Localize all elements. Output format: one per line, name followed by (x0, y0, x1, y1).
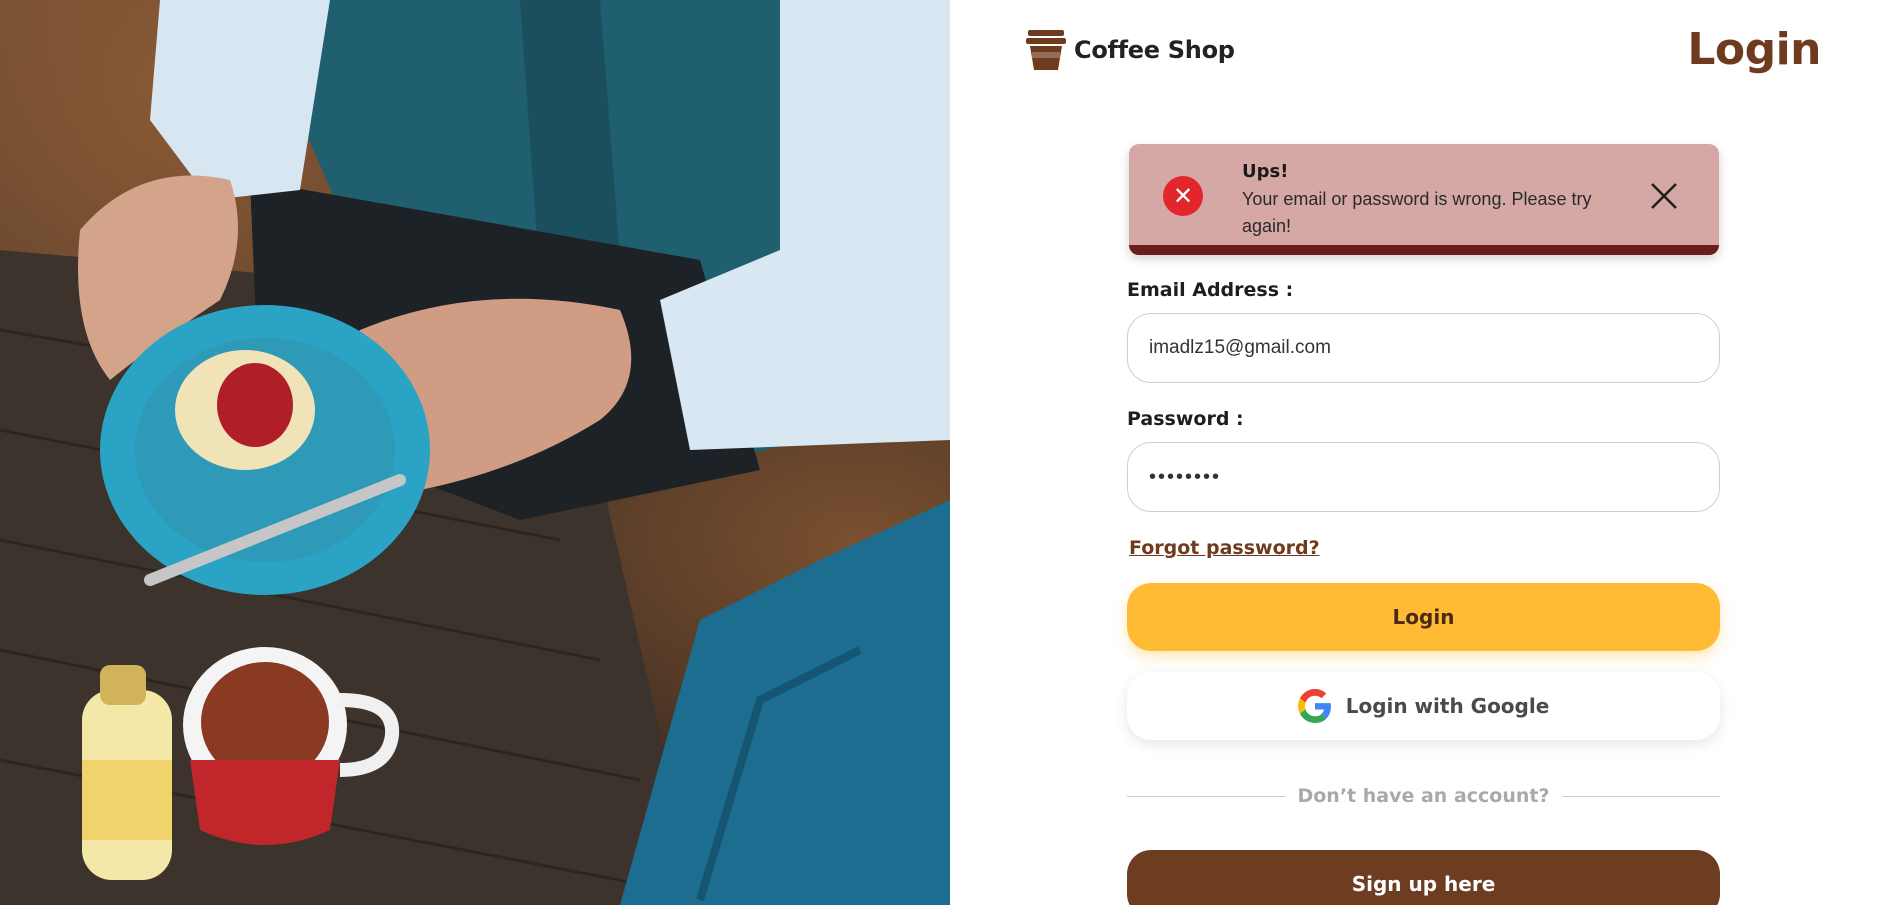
coffee-cup-icon (1026, 30, 1066, 70)
brand-logo[interactable]: Coffee Shop (1026, 28, 1235, 72)
hero-photo-illustration (0, 0, 950, 905)
login-button[interactable]: Login (1127, 583, 1720, 651)
hero-photo (0, 0, 950, 905)
divider-line-right (1561, 795, 1720, 797)
alert-title: Ups! (1242, 161, 1289, 182)
brand-name: Coffee Shop (1074, 36, 1235, 64)
error-alert: ✕ Ups! Your email or password is wrong. … (1129, 144, 1719, 255)
password-field[interactable] (1127, 442, 1720, 512)
google-login-button[interactable]: Login with Google (1127, 672, 1720, 740)
email-field[interactable] (1127, 313, 1720, 383)
alert-message: Your email or password is wrong. Please … (1242, 189, 1592, 236)
signup-button[interactable]: Sign up here (1127, 850, 1720, 905)
google-icon (1297, 689, 1331, 723)
page-title: Login (1687, 24, 1821, 75)
google-button-label: Login with Google (1345, 694, 1550, 718)
close-icon[interactable] (1649, 181, 1679, 211)
forgot-password-link[interactable]: Forgot password? (1129, 537, 1320, 559)
signup-divider: Don’t have an account? (1127, 784, 1720, 808)
signup-button-label: Sign up here (1351, 872, 1496, 896)
error-icon: ✕ (1163, 176, 1203, 216)
email-label: Email Address : (1127, 279, 1294, 301)
alert-progress-bar (1129, 245, 1719, 255)
password-group: Password : (1127, 408, 1720, 512)
divider-text: Don’t have an account? (1297, 785, 1550, 807)
email-group: Email Address : (1127, 279, 1720, 383)
login-button-label: Login (1392, 605, 1455, 629)
password-label: Password : (1127, 408, 1244, 430)
divider-line-left (1127, 795, 1286, 797)
